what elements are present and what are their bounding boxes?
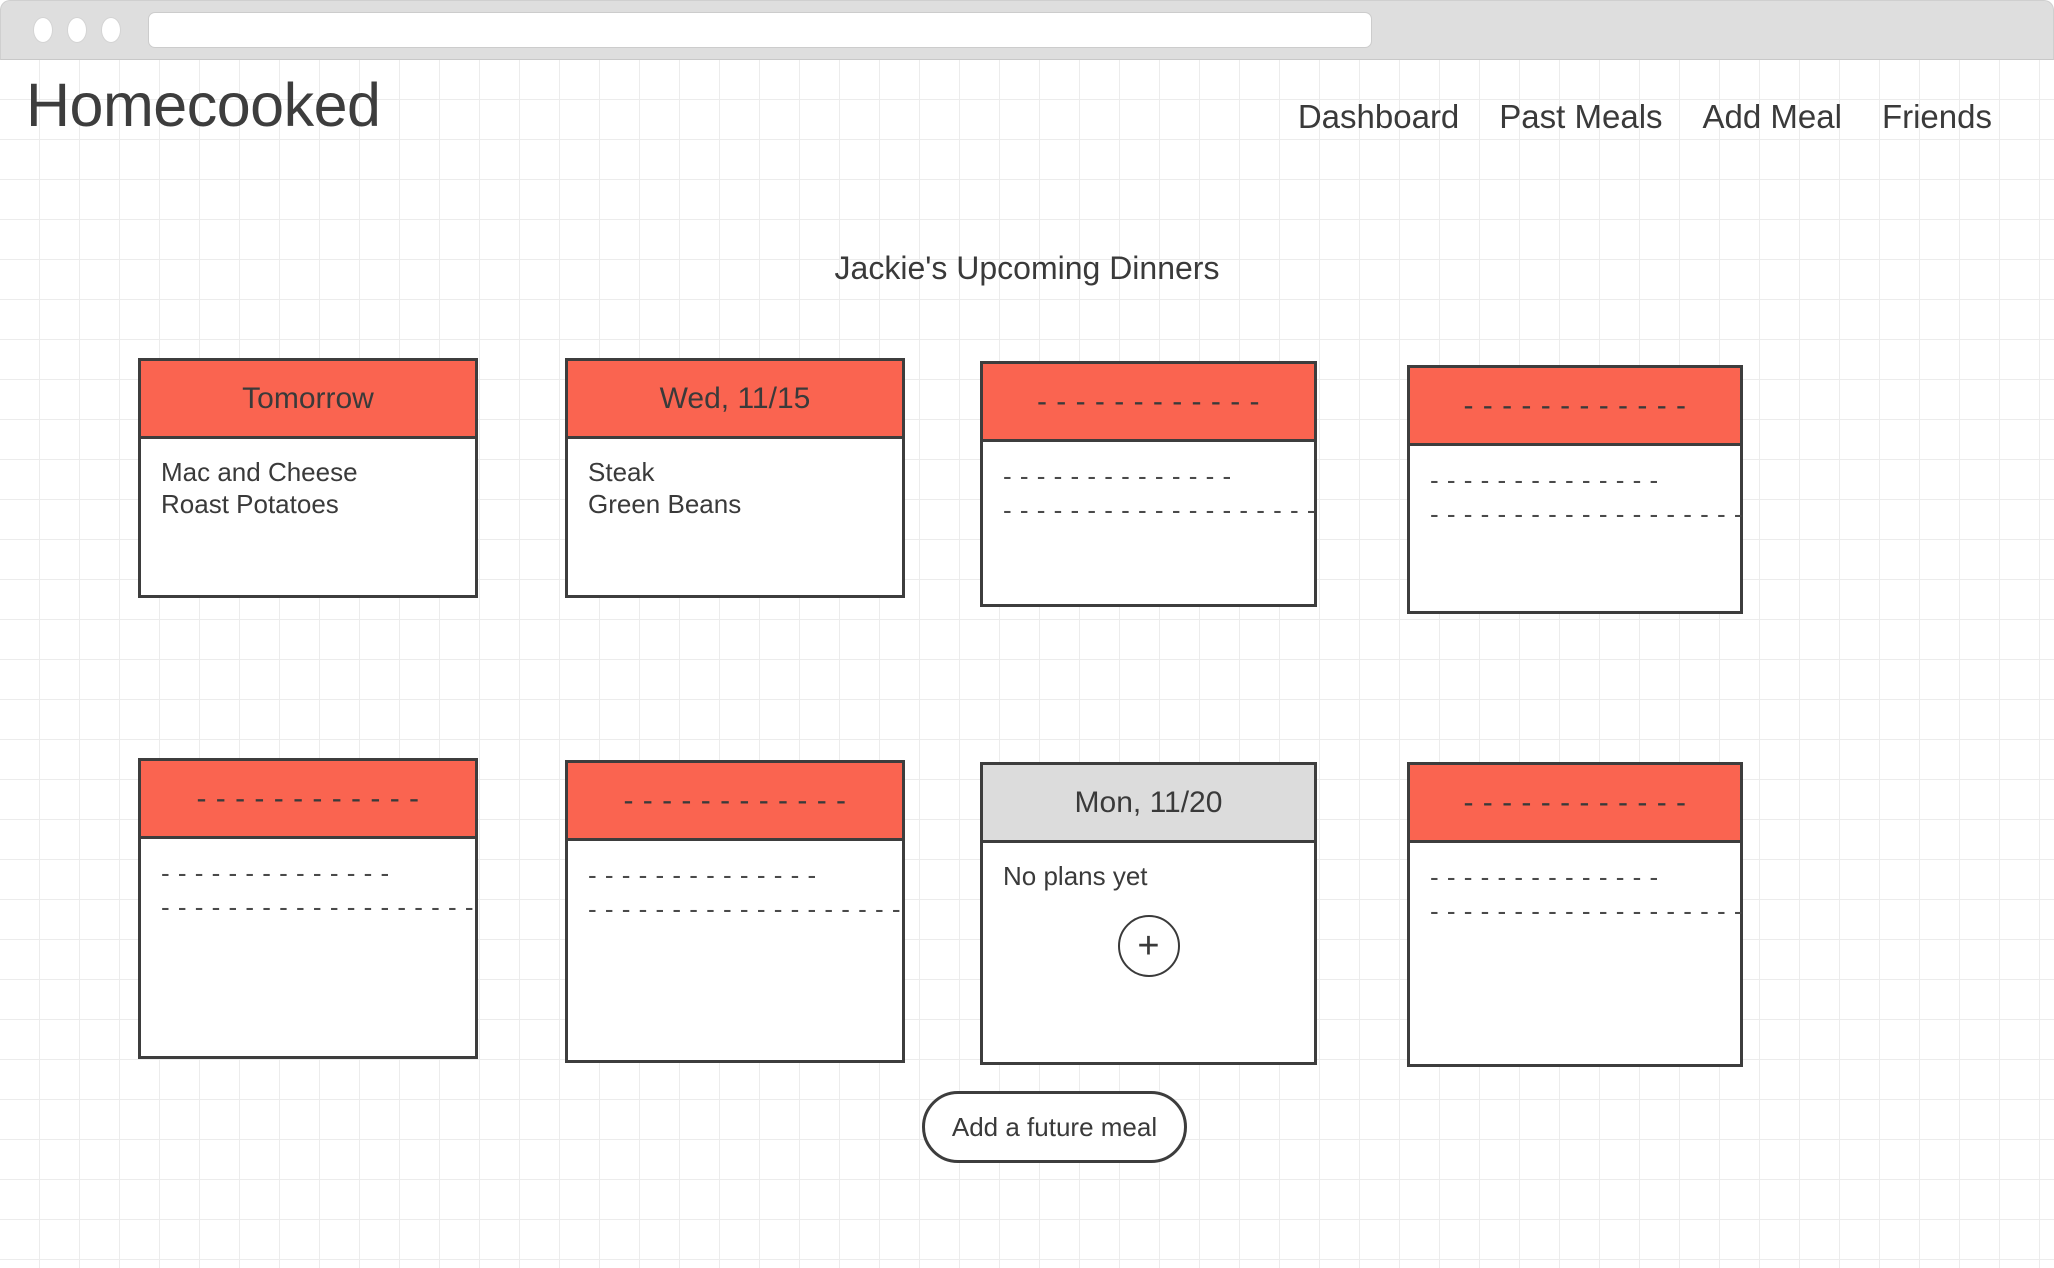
meal-item-placeholder: - - - - - - - - - - - - - - - - - - -	[1003, 494, 1317, 525]
meal-card-placeholder[interactable]: - - - - - - - - - - - - - - - - - - - - …	[980, 361, 1317, 607]
meal-item: Green Beans	[588, 488, 742, 519]
meal-item: Roast Potatoes	[161, 488, 339, 519]
nav-add-meal[interactable]: Add Meal	[1703, 100, 1842, 133]
meal-card-title-placeholder: - - - - - - - - - - - -	[1463, 785, 1687, 819]
meal-card-title-placeholder: - - - - - - - - - - - -	[623, 783, 847, 817]
meal-item-placeholder: - - - - - - - - - - - - - -	[1430, 465, 1659, 495]
meal-card-header: - - - - - - - - - - - -	[1410, 368, 1740, 446]
meal-card-title-placeholder: - - - - - - - - - - - -	[196, 781, 420, 815]
meal-card-placeholder[interactable]: - - - - - - - - - - - - - - - - - - - - …	[565, 760, 905, 1063]
meal-card-placeholder[interactable]: - - - - - - - - - - - - - - - - - - - - …	[138, 758, 478, 1059]
meal-card-title: Wed, 11/15	[659, 381, 811, 415]
minimize-dot-icon[interactable]	[67, 17, 87, 43]
meal-card-body: - - - - - - - - - - - - - - - - - - - - …	[983, 442, 1317, 604]
add-meal-circle-wrapper: +	[1003, 914, 1294, 977]
meal-item-placeholder: - - - - - - - - - - - - - -	[588, 860, 817, 890]
meal-item: Mac and Cheese	[161, 457, 358, 487]
meal-card[interactable]: Wed, 11/15 Steak Green Beans	[565, 358, 905, 598]
meal-card-title-placeholder: - - - - - - - - - - - -	[1036, 384, 1261, 418]
meal-item-placeholder: - - - - - - - - - - - - - -	[1003, 461, 1232, 491]
meal-card-empty[interactable]: Mon, 11/20 No plans yet +	[980, 762, 1317, 1065]
meal-card-title: Mon, 11/20	[1074, 785, 1223, 819]
meal-card-title-placeholder: - - - - - - - - - - - -	[1463, 388, 1687, 422]
close-dot-icon[interactable]	[33, 17, 53, 43]
meal-card[interactable]: Tomorrow Mac and Cheese Roast Potatoes	[138, 358, 478, 598]
meal-card-header: Wed, 11/15	[568, 361, 902, 439]
meal-card-placeholder[interactable]: - - - - - - - - - - - - - - - - - - - - …	[1407, 762, 1743, 1067]
meal-item-placeholder: - - - - - - - - - - - - - - - - - - -	[1430, 498, 1744, 529]
meal-card-title: Tomorrow	[242, 381, 374, 415]
page-title: Jackie's Upcoming Dinners	[834, 250, 1220, 286]
window-controls	[33, 17, 121, 43]
meal-card-body: No plans yet +	[983, 843, 1314, 1062]
app-header: Homecooked Dashboard Past Meals Add Meal…	[0, 60, 2054, 150]
meal-card-body: Mac and Cheese Roast Potatoes	[141, 439, 475, 595]
page-canvas: Homecooked Dashboard Past Meals Add Meal…	[0, 60, 2054, 1268]
browser-chrome	[0, 0, 2054, 60]
meal-item-placeholder: - - - - - - - - - - - - - -	[161, 858, 390, 888]
add-meal-plus-button[interactable]: +	[1117, 914, 1180, 977]
meal-card-header: - - - - - - - - - - - -	[141, 761, 475, 839]
nav-past-meals[interactable]: Past Meals	[1499, 100, 1662, 133]
meal-item-placeholder: - - - - - - - - - - - - - -	[1430, 862, 1659, 892]
meal-item-placeholder: - - - - - - - - - - - - - - - - - - -	[161, 891, 475, 922]
meal-item-placeholder: - - - - - - - - - - - - - - - - - - -	[1430, 895, 1744, 926]
app-title: Homecooked	[26, 70, 381, 139]
empty-state-label: No plans yet	[1003, 861, 1148, 891]
meal-card-header: - - - - - - - - - - - -	[1410, 765, 1740, 843]
url-input[interactable]	[148, 12, 1372, 48]
meal-card-body: - - - - - - - - - - - - - - - - - - - - …	[141, 839, 475, 1056]
meal-card-header: - - - - - - - - - - - -	[568, 763, 902, 841]
maximize-dot-icon[interactable]	[101, 17, 121, 43]
meal-item: Steak	[588, 457, 655, 487]
meal-card-header: Mon, 11/20	[983, 765, 1314, 843]
nav-friends[interactable]: Friends	[1882, 100, 1992, 133]
meal-card-body: Steak Green Beans	[568, 439, 902, 595]
meal-item-placeholder: - - - - - - - - - - - - - - - - - - -	[588, 893, 902, 924]
main-nav: Dashboard Past Meals Add Meal Friends	[1298, 100, 1992, 133]
meal-card-body: - - - - - - - - - - - - - - - - - - - - …	[568, 841, 902, 1060]
meal-card-body: - - - - - - - - - - - - - - - - - - - - …	[1410, 843, 1744, 1064]
meal-card-header: Tomorrow	[141, 361, 475, 439]
nav-dashboard[interactable]: Dashboard	[1298, 100, 1459, 133]
meal-card-header: - - - - - - - - - - - -	[983, 364, 1314, 442]
add-future-meal-button[interactable]: Add a future meal	[922, 1091, 1187, 1163]
meal-card-body: - - - - - - - - - - - - - - - - - - - - …	[1410, 446, 1744, 611]
meal-card-placeholder[interactable]: - - - - - - - - - - - - - - - - - - - - …	[1407, 365, 1743, 614]
